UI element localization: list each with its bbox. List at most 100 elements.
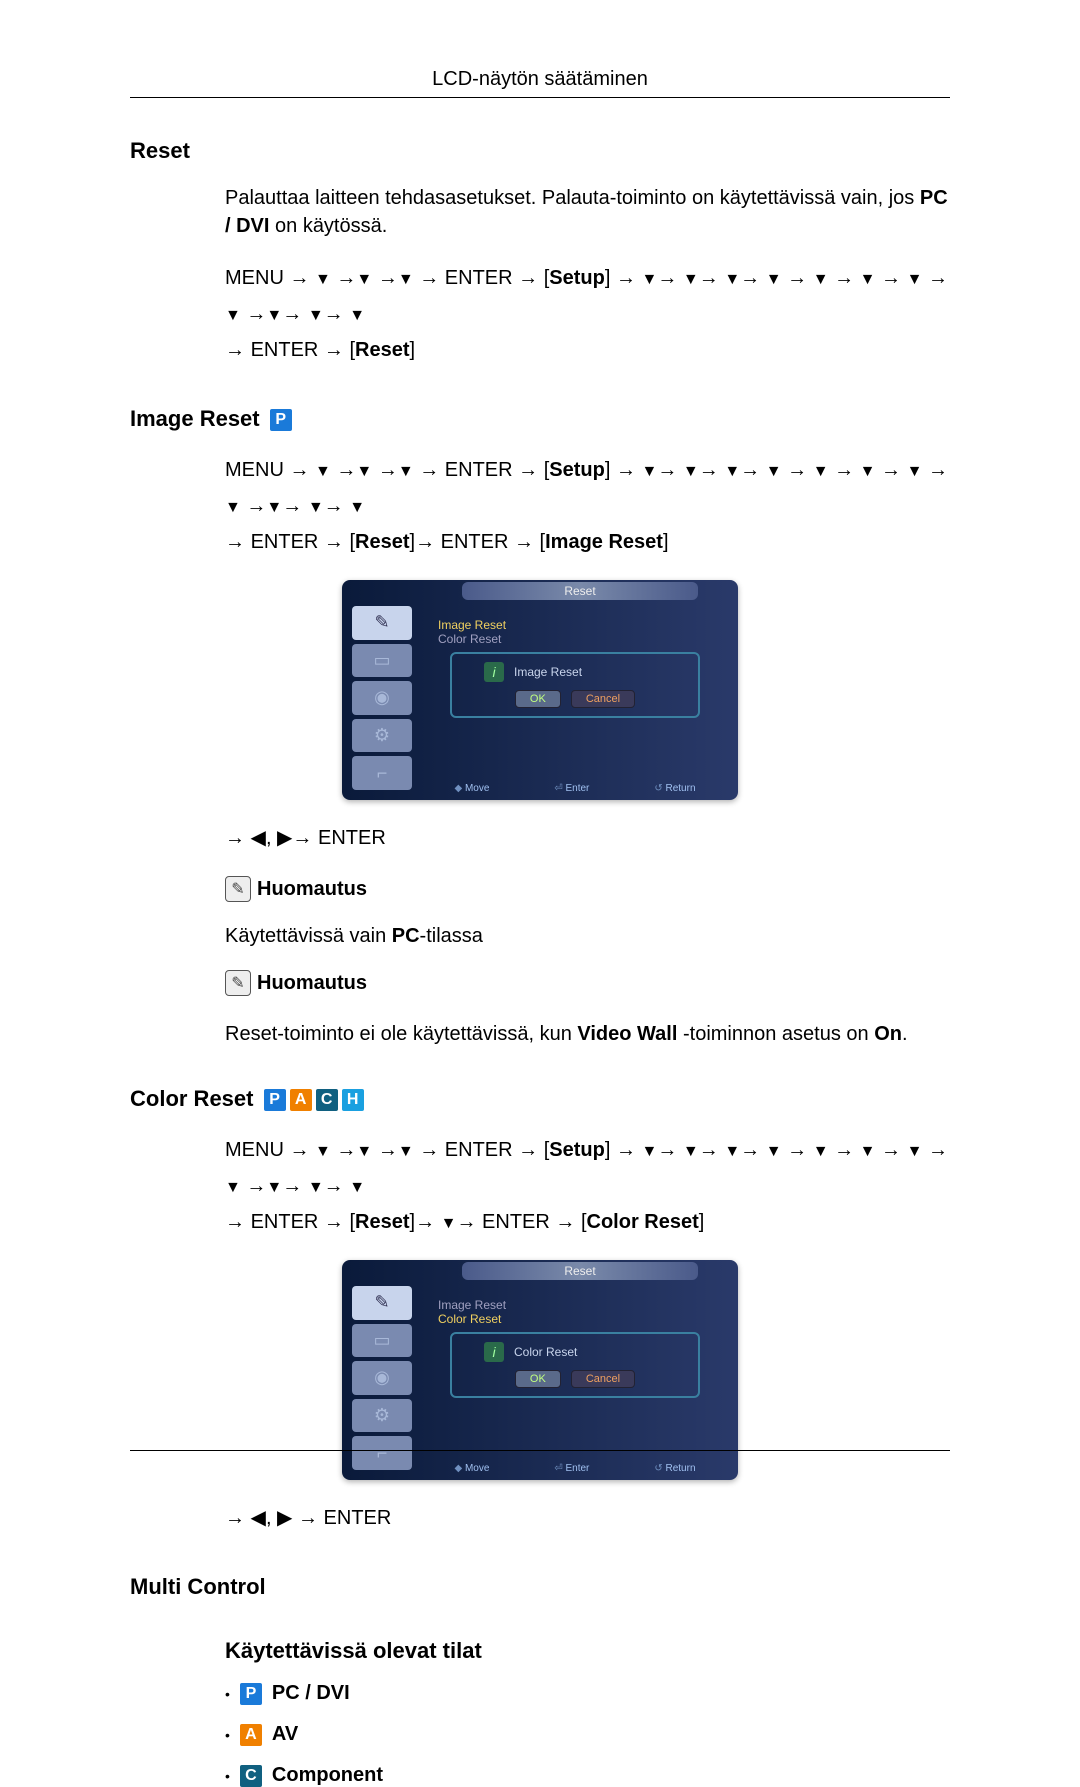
- image-reset-heading-text: Image Reset: [130, 406, 260, 431]
- ok-button[interactable]: OK: [515, 690, 561, 708]
- nav-enter-2: ENTER: [251, 1211, 319, 1233]
- nav-menu: MENU: [225, 267, 284, 289]
- multi-control-heading: Multi Control: [130, 1574, 950, 1600]
- mode-item-component: • C Component: [225, 1764, 950, 1787]
- paintbrush-icon: ✎: [352, 606, 412, 640]
- nav-menu: MENU: [225, 1139, 284, 1161]
- color-reset-heading: Color Reset PACH: [130, 1086, 950, 1112]
- osd-footer: ◆ Move ⏎ Enter ↺ Return: [422, 783, 728, 794]
- modes-list: • P PC / DVI • A AV • C Component: [225, 1682, 950, 1787]
- nav-setup: Setup: [549, 267, 605, 289]
- mode-item-av: • A AV: [225, 1723, 950, 1746]
- gear-icon: ⚙: [352, 719, 412, 753]
- nav-enter-3: ENTER: [441, 531, 509, 553]
- osd-list-item: Color Reset: [438, 632, 712, 646]
- info-icon: i: [484, 662, 504, 682]
- reset-desc-suffix: on käytössä.: [269, 215, 387, 237]
- nav-setup: Setup: [549, 1139, 605, 1161]
- modes-heading: Käytettävissä olevat tilat: [225, 1638, 950, 1664]
- nav-color-reset: Color Reset: [587, 1211, 699, 1233]
- note-label: Huomautus: [257, 878, 367, 901]
- diamond-icon: ◆: [454, 1463, 462, 1474]
- nav-enter: ENTER: [445, 267, 513, 289]
- diamond-icon: ◆: [454, 783, 462, 794]
- note1-suffix: -tilassa: [420, 925, 483, 947]
- note2-prefix: Reset-toiminto ei ole käytettävissä, kun: [225, 1023, 577, 1045]
- nav-reset: Reset: [355, 531, 409, 553]
- osd-title: Reset: [462, 582, 698, 600]
- ok-button[interactable]: OK: [515, 1370, 561, 1388]
- a-badge-icon: A: [240, 1724, 262, 1746]
- screen-icon: ▭: [352, 644, 412, 678]
- paintbrush-icon: ✎: [352, 1286, 412, 1320]
- return-icon: ↺: [654, 783, 662, 794]
- color-reset-heading-text: Color Reset: [130, 1086, 253, 1111]
- mode-item-pc-dvi: • P PC / DVI: [225, 1682, 950, 1705]
- osd-menu-list: Image Reset Color Reset: [422, 1286, 728, 1326]
- a-badge-icon: A: [290, 1089, 312, 1111]
- footer-return: Return: [665, 1463, 695, 1474]
- footer-move: Move: [465, 783, 489, 794]
- reset-description: Palauttaa laitteen tehdasasetukset. Pala…: [225, 184, 950, 240]
- nav-enter-2: ENTER: [251, 339, 319, 361]
- note1-prefix: Käytettävissä vain: [225, 925, 392, 947]
- reset-heading: Reset: [130, 138, 950, 164]
- target-icon: ◉: [352, 1361, 412, 1395]
- image-reset-nav-tail: → ◀, ▶→ ENTER: [225, 820, 950, 856]
- reset-desc-prefix: Palauttaa laitteen tehdasasetukset. Pala…: [225, 187, 920, 209]
- c-badge-icon: C: [316, 1089, 338, 1111]
- page-header-title: LCD-näytön säätäminen: [130, 68, 950, 91]
- nav-image-reset: Image Reset: [545, 531, 663, 553]
- c-badge-icon: C: [240, 1765, 262, 1787]
- osd-footer: ◆ Move ⏎ Enter ↺ Return: [422, 1463, 728, 1474]
- nav-enter-3: ENTER: [482, 1211, 550, 1233]
- chart-icon: ⌐: [352, 756, 412, 790]
- osd-dialog: i Color Reset OK Cancel: [450, 1332, 700, 1398]
- osd-dialog-title: Color Reset: [514, 1345, 577, 1359]
- header-rule: [130, 97, 950, 98]
- image-reset-heading: Image Reset P: [130, 406, 950, 432]
- note2-bold2: On: [874, 1023, 902, 1045]
- nav-enter-2: ENTER: [251, 531, 319, 553]
- info-icon: i: [484, 1342, 504, 1362]
- note2-suffix: .: [902, 1023, 908, 1045]
- footer-move: Move: [465, 1463, 489, 1474]
- osd-sidebar: ✎ ▭ ◉ ⚙ ⌐: [352, 1286, 412, 1470]
- osd-color-reset-screenshot: Reset ✎ ▭ ◉ ⚙ ⌐ Image Reset Color Reset …: [342, 1260, 738, 1480]
- cancel-button[interactable]: Cancel: [571, 1370, 635, 1388]
- note2-text: Reset-toiminto ei ole käytettävissä, kun…: [225, 1020, 950, 1048]
- nav-enter: ENTER: [445, 1139, 513, 1161]
- screen-icon: ▭: [352, 1324, 412, 1358]
- nav-reset: Reset: [355, 1211, 409, 1233]
- note1-bold: PC: [392, 925, 420, 947]
- mode-label: AV: [272, 1723, 298, 1746]
- reset-nav-sequence: MENU → ▼ →▼ →▼ → ENTER → [Setup] → ▼→ ▼→…: [225, 260, 950, 368]
- osd-title: Reset: [462, 1262, 698, 1280]
- cancel-button[interactable]: Cancel: [571, 690, 635, 708]
- pencil-note-icon: ✎: [225, 970, 251, 996]
- return-icon: ↺: [654, 1463, 662, 1474]
- h-badge-icon: H: [342, 1089, 364, 1111]
- color-reset-nav-tail: → ◀, ▶ → ENTER: [225, 1500, 950, 1536]
- footer-enter: Enter: [565, 1463, 589, 1474]
- note-label: Huomautus: [257, 972, 367, 995]
- p-badge-icon: P: [264, 1089, 286, 1111]
- enter-icon: ⏎: [554, 1463, 562, 1474]
- nav-enter: ENTER: [445, 459, 513, 481]
- note2-mid: -toiminnon asetus on: [677, 1023, 874, 1045]
- osd-list-item: Image Reset: [438, 618, 712, 632]
- nav-setup: Setup: [549, 459, 605, 481]
- mode-label: PC / DVI: [272, 1682, 350, 1705]
- osd-menu-list: Image Reset Color Reset: [422, 606, 728, 646]
- osd-list-item: Image Reset: [438, 1298, 712, 1312]
- enter-icon: ⏎: [554, 783, 562, 794]
- osd-dialog: i Image Reset OK Cancel: [450, 652, 700, 718]
- osd-list-item: Color Reset: [438, 1312, 712, 1326]
- footer-return: Return: [665, 783, 695, 794]
- bullet-icon: •: [225, 1727, 230, 1743]
- osd-sidebar: ✎ ▭ ◉ ⚙ ⌐: [352, 606, 412, 790]
- color-reset-nav-sequence: MENU → ▼ →▼ →▼ → ENTER → [Setup] → ▼→ ▼→…: [225, 1132, 950, 1240]
- bullet-icon: •: [225, 1686, 230, 1702]
- note1-text: Käytettävissä vain PC-tilassa: [225, 922, 950, 950]
- p-badge-icon: P: [240, 1683, 262, 1705]
